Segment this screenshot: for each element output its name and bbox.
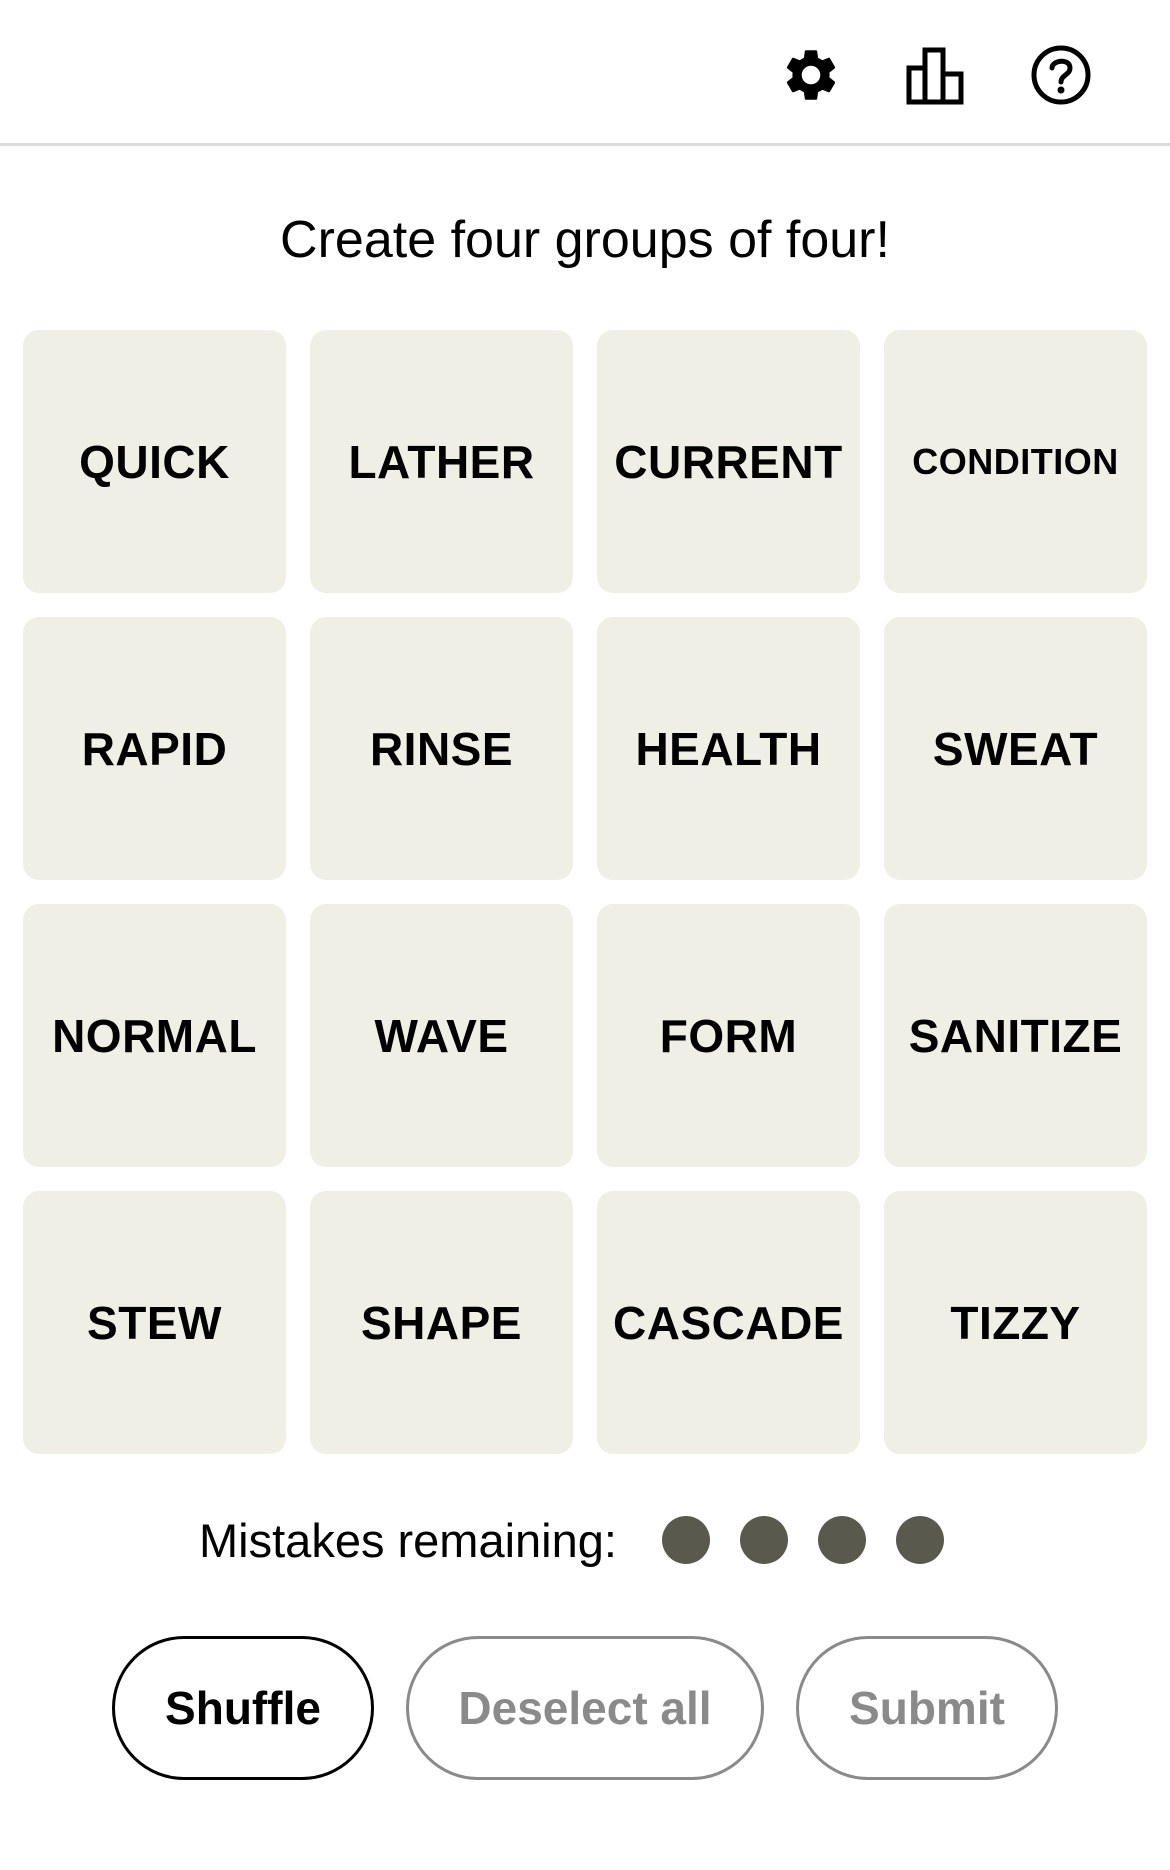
word-tile[interactable]: FORM <box>597 904 860 1167</box>
mistake-dot <box>895 1516 944 1564</box>
word-tile[interactable]: TIZZY <box>884 1191 1147 1454</box>
word-tile[interactable]: LATHER <box>310 330 573 593</box>
word-tile[interactable]: QUICK <box>23 330 286 593</box>
gear-icon <box>786 50 836 100</box>
mistakes-indicator: Mistakes remaining: <box>0 1510 1170 1570</box>
word-tile[interactable]: HEALTH <box>597 617 860 880</box>
mistake-dot <box>661 1516 710 1564</box>
word-tile[interactable]: NORMAL <box>23 904 286 1167</box>
settings-button[interactable] <box>776 40 846 110</box>
word-tile[interactable]: CONDITION <box>884 330 1147 593</box>
word-tile[interactable]: STEW <box>23 1191 286 1454</box>
word-tile[interactable]: RAPID <box>23 617 286 880</box>
leaderboard-icon <box>906 47 964 105</box>
mistake-dots <box>647 1516 959 1564</box>
deselect-all-button[interactable]: Deselect all <box>406 1636 764 1780</box>
shuffle-button[interactable]: Shuffle <box>112 1636 374 1780</box>
word-tile[interactable]: CASCADE <box>597 1191 860 1454</box>
word-tile[interactable]: SHAPE <box>310 1191 573 1454</box>
action-buttons: Shuffle Deselect all Submit <box>0 1636 1170 1780</box>
word-tile[interactable]: SWEAT <box>884 617 1147 880</box>
instruction-text: Create four groups of four! <box>280 211 890 269</box>
word-tile[interactable]: CURRENT <box>597 330 860 593</box>
mistake-dot <box>817 1516 866 1564</box>
mistakes-label: Mistakes remaining: <box>199 1513 617 1567</box>
word-tile[interactable]: RINSE <box>310 617 573 880</box>
top-bar <box>0 0 1170 146</box>
mistake-dot <box>739 1516 788 1564</box>
submit-button[interactable]: Submit <box>796 1636 1058 1780</box>
statistics-button[interactable] <box>901 40 971 110</box>
help-icon <box>1031 45 1091 105</box>
word-grid: QUICK LATHER CURRENT CONDITION RAPID RIN… <box>23 330 1147 1454</box>
help-button[interactable] <box>1026 40 1096 110</box>
word-tile[interactable]: WAVE <box>310 904 573 1167</box>
word-tile[interactable]: SANITIZE <box>884 904 1147 1167</box>
